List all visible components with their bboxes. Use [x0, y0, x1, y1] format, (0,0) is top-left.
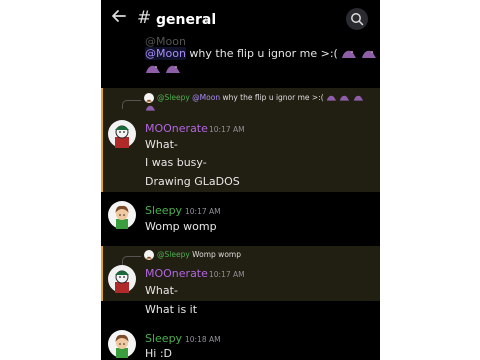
chat-screen: # general › @Moon @Moon why the flip u i…: [101, 0, 380, 360]
timestamp: 10:17 AM: [209, 125, 245, 134]
avatar[interactable]: [108, 330, 136, 358]
slug-emoji-icon: [326, 95, 337, 101]
arrow-left-icon: [112, 10, 126, 22]
message-line: What-: [145, 284, 178, 297]
message-highlight: [101, 88, 380, 192]
message-line: Womp womp: [145, 220, 217, 233]
message-line: Drawing GLaDOS: [145, 175, 240, 188]
slug-emoji-icon: [353, 95, 363, 101]
timestamp: 10:18 AM: [185, 335, 221, 344]
reply-connector: [122, 256, 141, 265]
avatar[interactable]: [108, 120, 136, 148]
avatar[interactable]: [108, 201, 136, 229]
avatar[interactable]: [144, 250, 154, 260]
author-name[interactable]: Sleepy: [145, 332, 182, 346]
reply-connector: [122, 100, 141, 109]
back-button[interactable]: [111, 8, 127, 29]
channel-header: # general ›: [101, 0, 380, 40]
slug-emoji-icon: [340, 95, 350, 101]
slug-emoji-icon: [165, 65, 180, 73]
message-line: I was busy-: [145, 156, 207, 169]
channel-hash-icon: #: [137, 8, 152, 28]
avatar[interactable]: [108, 265, 136, 293]
slug-emoji-icon: [145, 105, 156, 111]
author-name[interactable]: MOOnerate: [145, 267, 208, 281]
search-icon: [351, 13, 364, 26]
slug-emoji-icon: [342, 50, 357, 58]
chevron-right-icon[interactable]: ›: [204, 11, 209, 29]
user-mention[interactable]: @Moon: [145, 47, 186, 60]
message-line: Hi :D: [145, 347, 173, 360]
timestamp: 10:17 AM: [209, 270, 245, 279]
message-line: What-: [145, 138, 178, 151]
highlight-bar: [101, 246, 103, 301]
author-name[interactable]: Sleepy: [145, 204, 182, 218]
author-name[interactable]: MOOnerate: [145, 122, 208, 136]
emoji-row: [145, 62, 181, 76]
slug-emoji-icon: [361, 50, 376, 58]
message-text: @Moon why the flip u ignor me >:(: [145, 47, 377, 61]
slug-emoji-icon: [146, 65, 160, 73]
message-line: What is it: [145, 303, 198, 316]
reply-preview[interactable]: @Sleepy Womp womp: [157, 250, 241, 260]
avatar[interactable]: [144, 93, 154, 103]
highlight-bar: [101, 88, 103, 192]
reply-preview[interactable]: @Sleepy @Moon why the flip u ignor me >:…: [157, 93, 364, 103]
search-button[interactable]: [346, 8, 368, 30]
timestamp: 10:17 AM: [185, 207, 221, 216]
